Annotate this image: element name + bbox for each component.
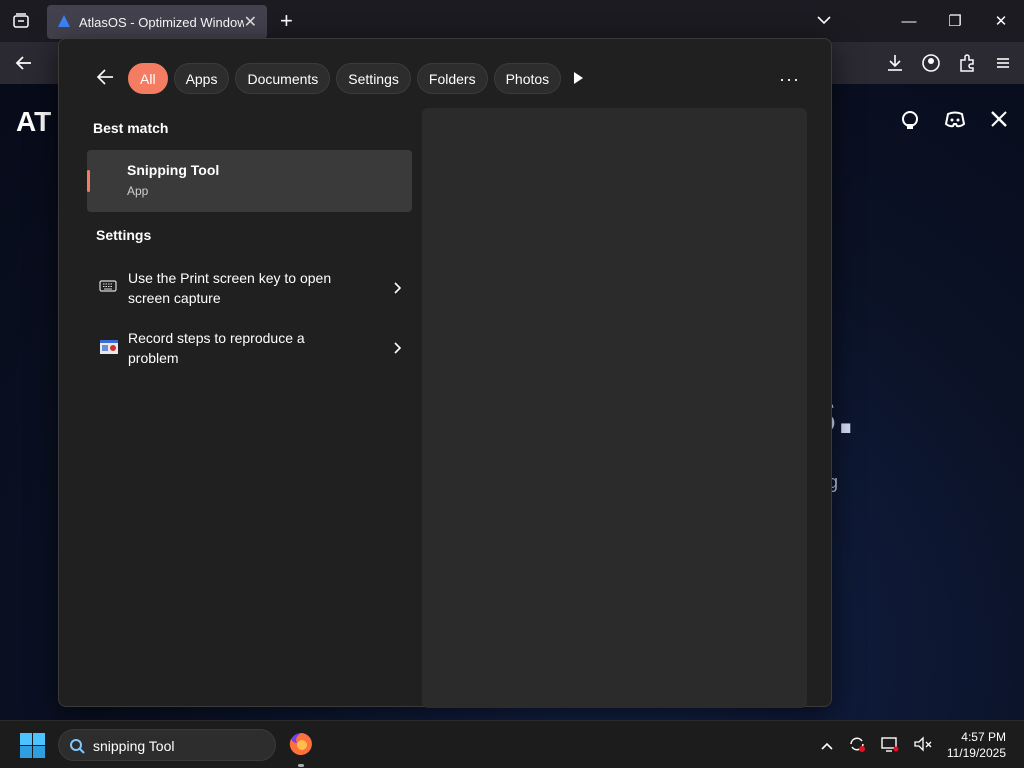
tab-close-button[interactable]: ✕ — [244, 12, 257, 32]
network-icon[interactable] — [880, 735, 900, 758]
filter-all[interactable]: All — [128, 63, 168, 94]
extensions-icon[interactable] — [956, 52, 978, 74]
clock-time: 4:57 PM — [961, 730, 1006, 744]
more-options-button[interactable]: ··· — [779, 69, 800, 90]
back-arrow-icon[interactable] — [14, 53, 34, 78]
taskbar-search-box[interactable] — [58, 729, 276, 761]
selection-accent — [87, 170, 90, 192]
discord-icon[interactable] — [944, 110, 966, 135]
filter-apps[interactable]: Apps — [173, 63, 230, 94]
menu-icon[interactable] — [992, 52, 1014, 74]
filter-documents[interactable]: Documents — [235, 63, 331, 94]
browser-tab[interactable]: AtlasOS - Optimized Windows, ✕ — [47, 5, 267, 39]
search-flyout: All Apps Documents Settings Folders Phot… — [58, 38, 832, 708]
best-match-title: Best match — [93, 120, 169, 136]
setting-item-label: Use the Print screen key to open screen … — [128, 270, 332, 306]
github-icon[interactable] — [900, 110, 920, 135]
keyboard-icon — [99, 279, 117, 298]
account-icon[interactable] — [920, 52, 942, 74]
filter-settings[interactable]: Settings — [336, 63, 411, 94]
tab-title: AtlasOS - Optimized Windows, — [79, 14, 244, 30]
minimize-button[interactable]: — — [886, 13, 932, 30]
atlas-favicon-icon — [57, 14, 71, 31]
setting-item-print-screen[interactable]: Use the Print screen key to open screen … — [87, 261, 412, 317]
windows-start-icon[interactable] — [20, 733, 45, 763]
best-match-name: Snipping Tool — [127, 162, 220, 178]
filter-photos[interactable]: Photos — [493, 63, 562, 94]
chevron-down-icon[interactable] — [816, 12, 832, 33]
chevron-right-icon — [392, 341, 402, 359]
x-icon[interactable] — [990, 110, 1008, 135]
back-arrow-icon[interactable] — [95, 67, 115, 92]
close-window-button[interactable]: ✕ — [978, 12, 1024, 30]
clock-date: 11/19/2025 — [946, 746, 1006, 760]
setting-item-label: Record steps to reproduce a problem — [128, 330, 305, 366]
chevron-up-icon[interactable] — [820, 738, 834, 756]
volume-muted-icon[interactable] — [913, 735, 933, 758]
settings-section-title: Settings — [96, 227, 152, 243]
sync-icon[interactable] — [847, 735, 867, 758]
setting-item-record-steps[interactable]: Record steps to reproduce a problem — [87, 321, 412, 377]
best-match-item[interactable]: Snipping Tool App — [87, 150, 412, 212]
search-filter-chips: All Apps Documents Settings Folders Phot… — [128, 63, 562, 94]
steps-recorder-icon — [99, 339, 119, 360]
firefox-icon[interactable] — [288, 731, 314, 767]
maximize-button[interactable]: ❐ — [932, 12, 978, 30]
search-input[interactable] — [93, 735, 263, 757]
running-indicator — [298, 764, 304, 767]
play-icon[interactable] — [571, 71, 585, 90]
new-tab-button[interactable]: + — [280, 9, 293, 33]
search-icon — [69, 738, 85, 759]
site-logo[interactable]: AT — [16, 106, 51, 138]
preview-pane — [422, 108, 807, 708]
download-icon[interactable] — [884, 52, 906, 74]
system-clock[interactable]: 4:57 PM 11/19/2025 — [947, 729, 1006, 761]
filter-folders[interactable]: Folders — [416, 63, 488, 94]
tab-list-icon[interactable] — [12, 12, 30, 35]
best-match-type: App — [127, 184, 149, 198]
taskbar: 4:57 PM 11/19/2025 — [0, 720, 1024, 768]
browser-tab-bar: AtlasOS - Optimized Windows, ✕ + — ❐ ✕ — [0, 0, 1024, 42]
chevron-right-icon — [392, 281, 402, 299]
